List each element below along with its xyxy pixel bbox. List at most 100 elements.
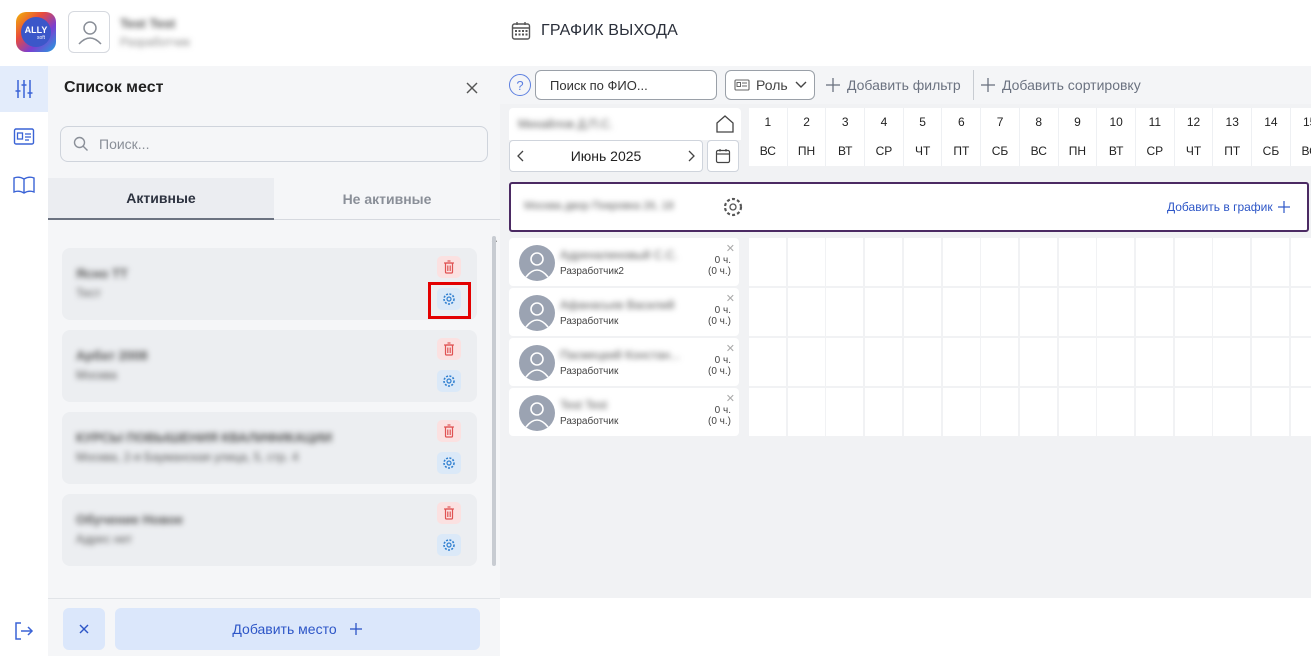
schedule-cell[interactable] [1290, 288, 1311, 336]
schedule-cell[interactable] [787, 338, 825, 386]
schedule-cell[interactable] [787, 238, 825, 286]
remove-employee-icon[interactable]: ✕ [726, 392, 735, 405]
schedule-cell[interactable] [1213, 338, 1251, 386]
schedule-cell[interactable] [1058, 288, 1096, 336]
schedule-cell[interactable] [1019, 338, 1057, 386]
schedule-cell[interactable] [787, 288, 825, 336]
places-search-input[interactable] [99, 136, 459, 152]
schedule-cell[interactable] [1252, 238, 1290, 286]
add-sort-button[interactable]: Добавить сортировку [980, 74, 1141, 96]
schedule-cell[interactable] [1019, 238, 1057, 286]
panel-close-button[interactable] [462, 78, 482, 98]
home-button[interactable] [714, 114, 736, 134]
employee-row[interactable]: Пасмецкий Констан... Разработчик ✕ 0 ч. (0 ч… [509, 338, 739, 386]
employee-row[interactable]: Test Test Разработчик ✕ 0 ч. (0 ч.) [509, 388, 739, 436]
schedule-cell[interactable] [865, 288, 903, 336]
schedule-cell[interactable] [942, 388, 980, 436]
schedule-cell[interactable] [1097, 288, 1135, 336]
schedule-cell[interactable] [1290, 338, 1311, 386]
rail-item-filters[interactable] [0, 66, 48, 112]
place-settings-button[interactable] [437, 370, 461, 392]
schedule-cell[interactable] [865, 238, 903, 286]
schedule-cell[interactable] [826, 338, 864, 386]
tab-inactive[interactable]: Не активные [274, 178, 500, 220]
schedule-cell[interactable] [1058, 388, 1096, 436]
schedule-cell[interactable] [1058, 238, 1096, 286]
place-card[interactable]: КУРСЫ ПОВЫШЕНИЯ КВАЛИФИКАЦИИ Москва, 2-я… [62, 412, 477, 484]
panel-scrollbar[interactable] [492, 236, 496, 566]
schedule-cell[interactable] [1213, 288, 1251, 336]
logout-button[interactable] [0, 608, 48, 654]
fio-search-input[interactable] [550, 71, 710, 99]
schedule-cell[interactable] [1174, 338, 1212, 386]
chevron-right-icon[interactable] [686, 149, 696, 163]
schedule-cell[interactable] [903, 288, 941, 336]
schedule-cell[interactable] [1019, 288, 1057, 336]
schedule-cell[interactable] [1252, 388, 1290, 436]
role-select[interactable]: Роль [725, 70, 815, 100]
schedule-cell[interactable] [749, 388, 786, 436]
schedule-cell[interactable] [1252, 288, 1290, 336]
schedule-cell[interactable] [981, 288, 1019, 336]
schedule-cell[interactable] [903, 388, 941, 436]
schedule-cell[interactable] [1290, 388, 1311, 436]
schedule-cell[interactable] [865, 388, 903, 436]
schedule-cell[interactable] [903, 338, 941, 386]
schedule-cell[interactable] [826, 288, 864, 336]
delete-place-button[interactable] [437, 338, 461, 360]
schedule-cell[interactable] [1213, 388, 1251, 436]
employee-row[interactable]: Адреналиновый С.С. Разработчик2 ✕ 0 ч. (0 ч.… [509, 238, 739, 286]
add-place-button[interactable]: Добавить место [115, 608, 480, 650]
delete-place-button[interactable] [437, 420, 461, 442]
calendar-picker-button[interactable] [707, 140, 739, 172]
schedule-cell[interactable] [1174, 388, 1212, 436]
schedule-cell[interactable] [749, 338, 786, 386]
schedule-cell[interactable] [981, 338, 1019, 386]
schedule-cell[interactable] [1097, 338, 1135, 386]
schedule-cell[interactable] [1097, 238, 1135, 286]
schedule-cell[interactable] [1213, 238, 1251, 286]
schedule-cell[interactable] [749, 238, 786, 286]
delete-place-button[interactable] [437, 256, 461, 278]
tab-active[interactable]: Активные [48, 178, 274, 220]
add-filter-button[interactable]: Добавить фильтр [825, 74, 961, 96]
schedule-cell[interactable] [787, 388, 825, 436]
place-row-settings-button[interactable] [722, 196, 744, 218]
employee-row[interactable]: Афанасьев Василий Разработчик ✕ 0 ч. (0 ч.) [509, 288, 739, 336]
schedule-cell[interactable] [1136, 288, 1173, 336]
schedule-cell[interactable] [942, 288, 980, 336]
schedule-cell[interactable] [1058, 338, 1096, 386]
delete-place-button[interactable] [437, 502, 461, 524]
schedule-cell[interactable] [1174, 288, 1212, 336]
add-to-schedule-button[interactable]: Добавить в график [1167, 200, 1291, 214]
help-button[interactable]: ? [509, 74, 531, 96]
place-settings-button[interactable] [437, 452, 461, 474]
schedule-cell[interactable] [903, 238, 941, 286]
place-card[interactable]: Арбат 2008 Москва [62, 330, 477, 402]
place-settings-button[interactable] [437, 534, 461, 556]
schedule-cell[interactable] [1019, 388, 1057, 436]
remove-employee-icon[interactable]: ✕ [726, 342, 735, 355]
schedule-cell[interactable] [826, 238, 864, 286]
user-avatar[interactable] [68, 11, 110, 53]
schedule-cell[interactable] [1174, 238, 1212, 286]
app-logo[interactable]: ALLY soft [16, 12, 56, 52]
schedule-cell[interactable] [981, 238, 1019, 286]
rail-item-book[interactable] [0, 162, 48, 208]
schedule-cell[interactable] [1252, 338, 1290, 386]
place-card[interactable]: Обучение Новое Адрес нет [62, 494, 477, 566]
schedule-cell[interactable] [1136, 238, 1173, 286]
schedule-cell[interactable] [942, 338, 980, 386]
rail-item-cards[interactable] [0, 114, 48, 160]
remove-employee-icon[interactable]: ✕ [726, 292, 735, 305]
schedule-cell[interactable] [826, 388, 864, 436]
schedule-cell[interactable] [1136, 338, 1173, 386]
schedule-cell[interactable] [942, 238, 980, 286]
cancel-button[interactable] [63, 608, 105, 650]
schedule-cell[interactable] [1290, 238, 1311, 286]
schedule-cell[interactable] [1097, 388, 1135, 436]
schedule-cell[interactable] [749, 288, 786, 336]
schedule-cell[interactable] [1136, 388, 1173, 436]
schedule-cell[interactable] [865, 338, 903, 386]
schedule-cell[interactable] [981, 388, 1019, 436]
